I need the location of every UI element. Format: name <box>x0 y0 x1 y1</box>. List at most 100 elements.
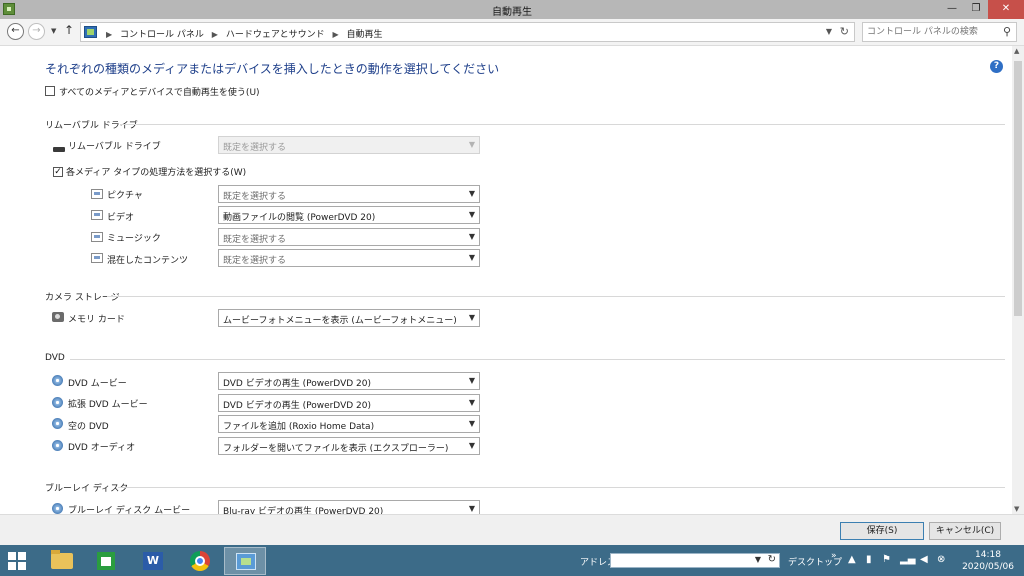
memory-card-icon <box>52 312 64 322</box>
folder-icon <box>51 550 73 569</box>
search-icon[interactable]: ⚲ <box>1003 25 1011 38</box>
minimize-button[interactable]: — <box>940 0 964 19</box>
taskbar-control-panel[interactable] <box>224 547 266 575</box>
mixed-content-icon <box>91 253 103 263</box>
cancel-button[interactable]: キャンセル(C) <box>929 522 1001 540</box>
mixed-content-select[interactable]: 既定を選択する ▼ <box>218 249 480 267</box>
mixed-content-label: 混在したコンテンツ <box>107 256 189 266</box>
address-dropdown-icon[interactable]: ▼ <box>826 27 832 36</box>
help-icon[interactable]: ? <box>990 60 1003 73</box>
dialog-button-bar: 保存(S) キャンセル(C) <box>0 514 1024 545</box>
section-divider <box>118 487 1005 488</box>
chevron-down-icon: ▼ <box>468 441 475 450</box>
refresh-icon[interactable]: ↻ <box>840 25 849 38</box>
control-panel-icon <box>84 26 97 38</box>
per-media-type-label[interactable]: 各メディア タイプの処理方法を選択する(W) <box>66 165 246 178</box>
memory-card-select[interactable]: ムービーフォトメニューを表示 (ムービーフォトメニュー) ▼ <box>218 309 480 327</box>
enhanced-dvd-movie-select[interactable]: DVD ビデオの再生 (PowerDVD 20) ▼ <box>218 394 480 412</box>
section-divider <box>107 296 1005 297</box>
picture-select[interactable]: 既定を選択する ▼ <box>218 185 480 203</box>
page-heading: それぞれの種類のメディアまたはデバイスを挿入したときの動作を選択してください <box>45 62 500 76</box>
chrome-icon <box>190 551 210 571</box>
chevron-down-icon[interactable]: ▼ <box>755 555 761 564</box>
breadcrumb: ▶ コントロール パネル ▶ ハードウェアとサウンド ▶ 自動再生 <box>101 27 383 40</box>
up-button[interactable]: ↑ <box>64 23 74 37</box>
start-button[interactable] <box>8 552 27 570</box>
taskbar-word[interactable]: W <box>131 547 173 575</box>
blank-dvd-label: 空の DVD <box>68 422 109 432</box>
error-icon[interactable]: ⊗ <box>937 554 945 565</box>
chevron-down-icon: ▼ <box>468 419 475 428</box>
chevron-down-icon: ▼ <box>468 313 475 322</box>
flag-icon[interactable]: ⚑ <box>882 554 891 565</box>
dvd-audio-label: DVD オーディオ <box>68 443 136 453</box>
clock-date: 2020/05/06 <box>962 562 1014 572</box>
word-icon: W <box>143 552 163 570</box>
bluray-movie-icon <box>52 503 63 514</box>
dvd-audio-select[interactable]: フォルダーを開いてファイルを表示 (エクスプローラー) ▼ <box>218 437 480 455</box>
taskbar-address-input[interactable]: ▼ ↻ <box>610 553 780 568</box>
blank-dvd-select[interactable]: ファイルを追加 (Roxio Home Data) ▼ <box>218 415 480 433</box>
section-title-dvd: DVD <box>45 353 65 363</box>
section-title-bluray: ブルーレイ ディスク <box>45 484 129 494</box>
dvd-audio-icon <box>52 440 63 451</box>
window-title: 自動再生 <box>492 7 532 18</box>
taskbar-file-explorer[interactable] <box>40 547 82 575</box>
network-icon[interactable]: ▂▄ <box>900 554 915 565</box>
enhanced-dvd-movie-icon <box>52 397 63 408</box>
taskbar-chrome[interactable] <box>178 547 220 575</box>
enhanced-dvd-movie-label: 拡張 DVD ムービー <box>68 400 148 410</box>
chevron-down-icon: ▼ <box>468 504 475 513</box>
vertical-scrollbar[interactable]: ▲ ▼ <box>1012 46 1024 514</box>
chevron-down-icon: ▼ <box>468 398 475 407</box>
breadcrumb-control-panel[interactable]: コントロール パネル <box>120 30 204 40</box>
recent-locations-chevron-icon[interactable]: ▼ <box>51 27 56 35</box>
chevron-down-icon: ▼ <box>468 232 475 241</box>
refresh-icon[interactable]: ↻ <box>768 554 776 565</box>
maximize-button[interactable]: ❐ <box>964 0 988 19</box>
toolbar-more-icon[interactable]: » <box>831 551 837 561</box>
forward-button[interactable]: → <box>28 23 45 40</box>
scroll-up-icon[interactable]: ▲ <box>1014 47 1019 55</box>
dvd-movie-select[interactable]: DVD ビデオの再生 (PowerDVD 20) ▼ <box>218 372 480 390</box>
save-button[interactable]: 保存(S) <box>840 522 924 540</box>
search-box[interactable]: ⚲ <box>862 22 1017 42</box>
use-autoplay-checkbox[interactable] <box>45 86 55 96</box>
back-button[interactable]: ← <box>7 23 24 40</box>
picture-label: ピクチャ <box>107 191 143 201</box>
address-bar[interactable]: ▶ コントロール パネル ▶ ハードウェアとサウンド ▶ 自動再生 ▼ ↻ <box>80 22 855 42</box>
scrollbar-thumb[interactable] <box>1014 61 1022 316</box>
clock-time: 14:18 <box>975 550 1001 560</box>
show-hidden-icons-icon[interactable]: ▲ <box>848 554 856 565</box>
scroll-down-icon[interactable]: ▼ <box>1014 505 1019 513</box>
clock[interactable]: 14:18 2020/05/06 <box>958 549 1018 573</box>
music-icon <box>91 232 103 242</box>
removable-drive-icon <box>53 147 65 152</box>
breadcrumb-chevron-icon[interactable]: ▶ <box>212 30 218 39</box>
store-icon <box>97 552 115 570</box>
music-select[interactable]: 既定を選択する ▼ <box>218 228 480 246</box>
breadcrumb-chevron-icon[interactable]: ▶ <box>106 30 112 39</box>
blank-dvd-icon <box>52 418 63 429</box>
dvd-movie-icon <box>52 375 63 386</box>
bluray-movie-select[interactable]: Blu-ray ビデオの再生 (PowerDVD 20) ▼ <box>218 500 480 514</box>
picture-icon <box>91 189 103 199</box>
taskbar-store[interactable] <box>85 547 127 575</box>
close-button[interactable]: ✕ <box>988 0 1024 19</box>
breadcrumb-hardware-sound[interactable]: ハードウェアとサウンド <box>226 30 325 40</box>
search-input[interactable] <box>867 25 995 39</box>
chevron-down-icon: ▼ <box>468 189 475 198</box>
breadcrumb-chevron-icon[interactable]: ▶ <box>333 30 339 39</box>
network-drive-icon[interactable]: ▮ <box>866 554 872 565</box>
video-select[interactable]: 動画ファイルの閲覧 (PowerDVD 20) ▼ <box>218 206 480 224</box>
per-media-type-checkbox[interactable]: ✓ <box>53 167 63 177</box>
section-divider <box>70 359 1005 360</box>
taskbar: W アドレス ▼ ↻ デスクトップ » ▲ ▮ ⚑ ▂▄ ◀ ⊗ 14:18 2… <box>0 545 1024 576</box>
memory-card-label: メモリ カード <box>68 315 125 325</box>
bluray-movie-label: ブルーレイ ディスク ムービー <box>68 506 191 514</box>
chevron-down-icon: ▼ <box>468 253 475 262</box>
use-autoplay-label[interactable]: すべてのメディアとデバイスで自動再生を使う(U) <box>59 85 260 98</box>
breadcrumb-autoplay[interactable]: 自動再生 <box>347 30 383 40</box>
volume-icon[interactable]: ◀ <box>920 554 928 565</box>
chevron-down-icon: ▼ <box>468 140 475 149</box>
